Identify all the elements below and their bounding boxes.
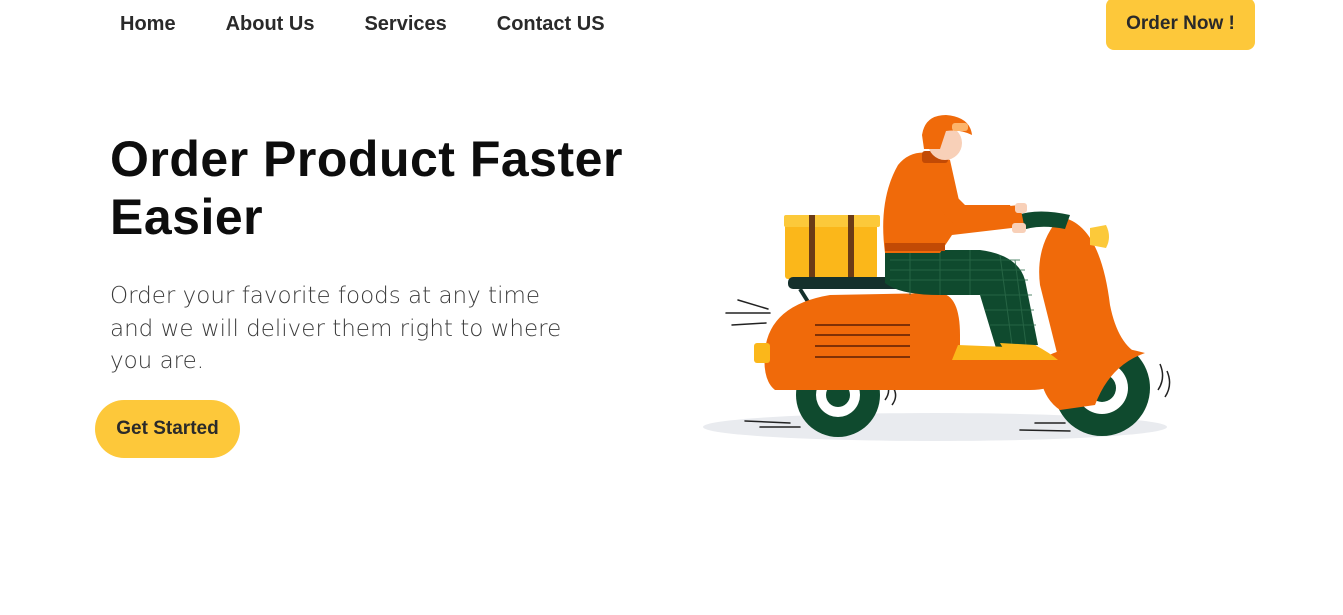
nav-link-contact[interactable]: Contact US — [497, 12, 605, 36]
delivery-scooter-illustration — [640, 105, 1240, 475]
nav-links: Home About Us Services Contact US — [120, 12, 605, 36]
get-started-button[interactable]: Get Started — [95, 400, 240, 458]
top-navbar: Home About Us Services Contact US Order … — [0, 0, 1343, 60]
nav-link-services[interactable]: Services — [364, 12, 446, 36]
hero-title: Order Product Faster Easier — [110, 131, 623, 245]
nav-link-home[interactable]: Home — [120, 12, 176, 36]
hero-subtitle: Order your favorite foods at any time an… — [110, 283, 562, 374]
delivery-scooter-icon — [703, 115, 1171, 441]
order-now-button[interactable]: Order Now ! — [1106, 0, 1255, 50]
nav-link-about[interactable]: About Us — [226, 12, 315, 36]
